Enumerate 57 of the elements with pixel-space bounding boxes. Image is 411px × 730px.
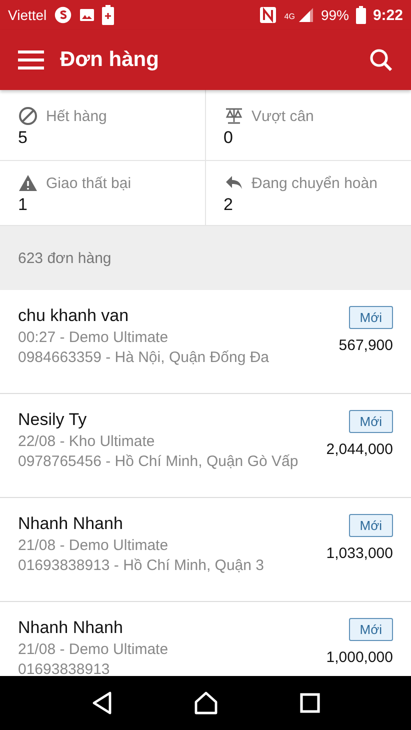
menu-button[interactable] — [18, 50, 44, 70]
stat-value: 5 — [18, 128, 28, 148]
order-amount: 2,044,000 — [326, 441, 393, 458]
stat-label: Hết hàng — [46, 108, 107, 124]
stat-value: 1 — [18, 195, 28, 215]
status-badge: Mới — [348, 410, 393, 433]
order-address: 0978765456 - Hồ Chí Minh, Quận Gò Vấp — [18, 453, 298, 470]
stat-value: 0 — [224, 128, 234, 148]
status-badge: Mới — [348, 306, 393, 329]
order-address: 0984663359 - Hà Nội, Quận Đống Đa — [18, 349, 270, 366]
nfc-icon — [259, 6, 278, 24]
home-icon — [194, 691, 218, 715]
order-address: 01693838913 — [18, 661, 111, 676]
order-amount: 1,033,000 — [326, 545, 393, 562]
stat-value: 2 — [224, 195, 234, 215]
back-icon — [90, 691, 113, 715]
signal-icon — [298, 7, 314, 23]
carrier-name: Viettel — [8, 7, 47, 23]
stat-label: Đang chuyển hoàn — [252, 174, 378, 192]
stat-tile[interactable]: Đang chuyển hoàn 2 — [206, 161, 411, 225]
network-type: 4G — [284, 12, 295, 21]
status-badge: Mới — [348, 618, 393, 641]
stat-label: Giao thất bại — [46, 174, 132, 192]
customer-name: chu khanh van — [18, 306, 130, 326]
stat-tile[interactable]: Giao thất bại 1 — [0, 161, 206, 225]
menu-icon — [18, 50, 44, 70]
order-meta: 21/08 - Demo Ultimate — [18, 537, 170, 554]
battery-charging-icon — [102, 5, 114, 25]
scale-icon — [224, 106, 244, 126]
warning-icon — [18, 173, 38, 193]
order-meta: 21/08 - Demo Ultimate — [18, 641, 168, 658]
order-row[interactable]: chu khanh van 00:27 - Demo Ultimate 0984663359 - Hà Nội, Quận Đống Đa Mới 567,900 — [0, 290, 411, 394]
order-meta: 00:27 - Demo Ultimate — [18, 329, 170, 346]
clock: 9:22 — [372, 6, 403, 24]
stat-tile[interactable]: Hết hàng 5 — [0, 90, 206, 161]
order-row[interactable]: Nesily Ty 22/08 - Kho Ultimate 0978765456 - Hồ Chí Minh, Quận Gò Vấp Mới 2,044,000 — [0, 394, 411, 498]
image-icon — [78, 7, 95, 23]
battery-icon — [356, 6, 366, 24]
skype-icon — [54, 6, 72, 24]
order-amount: 567,900 — [338, 337, 393, 354]
search-button[interactable] — [369, 48, 393, 72]
battery-percent: 99% — [320, 7, 349, 23]
screen-title: Đơn hàng — [60, 48, 160, 72]
order-count: 623 đơn hàng — [18, 250, 112, 266]
order-row[interactable]: Nhanh Nhanh 21/08 - Demo Ultimate 01693838913 - Hồ Chí Minh, Quận 3 Mới 1,033,000 — [0, 498, 411, 602]
status-badge: Mới — [348, 514, 393, 537]
customer-name: Nesily Ty — [18, 410, 88, 430]
order-meta: 22/08 - Kho Ultimate — [18, 433, 156, 450]
customer-name: Nhanh Nhanh — [18, 514, 124, 534]
customer-name: Nhanh Nhanh — [18, 618, 124, 638]
square-icon — [300, 693, 320, 713]
order-amount: 1,000,000 — [326, 649, 393, 666]
blocked-icon — [18, 106, 38, 126]
stat-tile[interactable]: Vượt cân 0 — [206, 90, 411, 161]
stat-label: Vượt cân — [252, 108, 314, 124]
order-address: 01693838913 - Hồ Chí Minh, Quận 3 — [18, 557, 264, 574]
search-icon — [369, 48, 393, 72]
